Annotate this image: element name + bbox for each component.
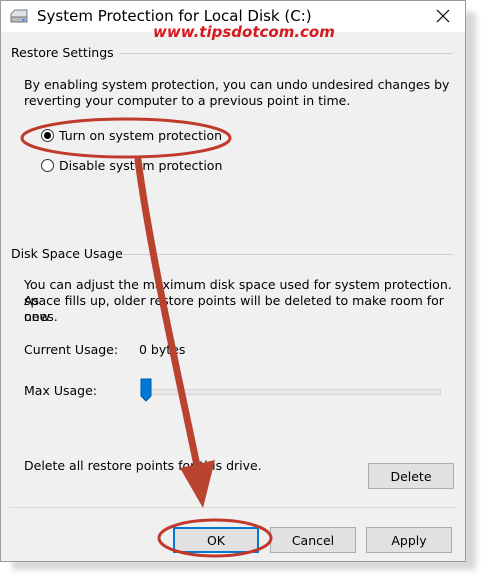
restore-settings-heading: Restore Settings bbox=[11, 45, 114, 60]
radio-label-turn-on: Turn on system protection bbox=[59, 128, 223, 143]
current-usage-value: 0 bytes bbox=[139, 342, 186, 357]
restore-settings-divider bbox=[119, 53, 453, 54]
footer-separator bbox=[9, 507, 457, 508]
slider-thumb-icon[interactable] bbox=[140, 378, 152, 402]
restore-description-line2: reverting your computer to a previous po… bbox=[24, 93, 351, 108]
delete-button[interactable]: Delete bbox=[368, 463, 454, 489]
disk-description-line2: space fills up, older restore points wil… bbox=[24, 293, 444, 324]
cancel-button[interactable]: Cancel bbox=[270, 527, 356, 553]
max-usage-slider-track[interactable] bbox=[141, 389, 441, 395]
apply-button[interactable]: Apply bbox=[366, 527, 452, 553]
disk-description-line3: ones. bbox=[24, 309, 58, 324]
max-usage-label: Max Usage: bbox=[24, 383, 97, 398]
delete-restore-points-text: Delete all restore points for this drive… bbox=[24, 458, 262, 473]
ok-button[interactable]: OK bbox=[173, 527, 259, 553]
restore-description-line1: By enabling system protection, you can u… bbox=[24, 77, 450, 92]
close-icon bbox=[436, 9, 450, 23]
disk-space-divider bbox=[123, 254, 453, 255]
system-protection-dialog: System Protection for Local Disk (C:) ww… bbox=[0, 0, 466, 562]
drive-icon bbox=[10, 9, 28, 23]
radio-turn-on-protection[interactable]: Turn on system protection bbox=[41, 128, 222, 143]
watermark: www.tipsdotcom.com bbox=[153, 23, 335, 41]
radio-disable-protection[interactable]: Disable system protection bbox=[41, 158, 222, 173]
radio-button-selected[interactable] bbox=[41, 129, 54, 142]
disk-space-heading: Disk Space Usage bbox=[11, 246, 123, 261]
radio-button-unselected[interactable] bbox=[41, 159, 54, 172]
close-button[interactable] bbox=[421, 1, 465, 31]
current-usage-label: Current Usage: bbox=[24, 342, 119, 357]
radio-label-disable: Disable system protection bbox=[59, 158, 223, 173]
